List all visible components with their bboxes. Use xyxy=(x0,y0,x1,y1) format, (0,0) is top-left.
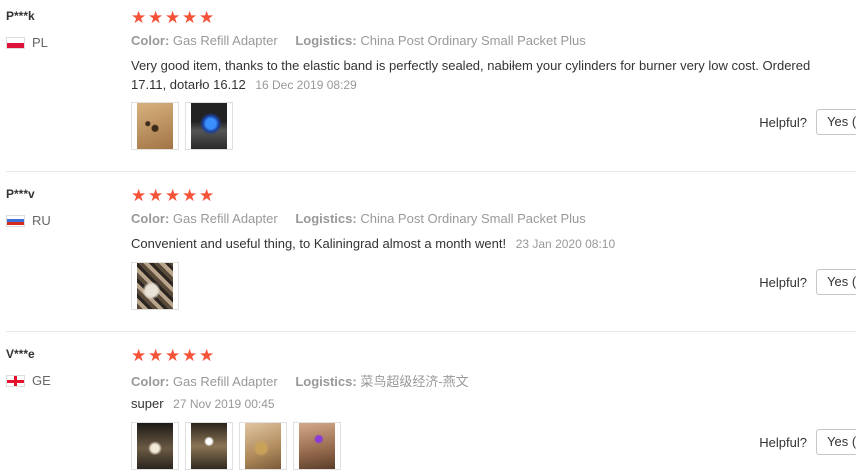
star-icon: ★ xyxy=(165,346,181,365)
reviewer-name: V***e xyxy=(6,347,35,361)
photo-image xyxy=(191,423,227,469)
helpful-vote: Helpful? Yes (0 xyxy=(759,429,856,455)
helpful-vote: Helpful? Yes (0 xyxy=(759,109,856,135)
photo-image xyxy=(137,103,173,149)
review-date: 27 Nov 2019 00:45 xyxy=(173,397,275,411)
review-photos xyxy=(131,422,341,470)
helpful-yes-button[interactable]: Yes (0 xyxy=(816,429,856,455)
logistics-value: China Post Ordinary Small Packet Plus xyxy=(360,211,586,226)
logistics-label: Logistics: xyxy=(295,211,357,226)
poland-flag-icon xyxy=(6,36,25,49)
color-label: Color: xyxy=(131,33,170,48)
review-attributes: Color: Gas Refill Adapter Logistics: Chi… xyxy=(131,33,600,48)
star-icon: ★ xyxy=(182,346,198,365)
star-icon: ★ xyxy=(182,186,198,205)
review-item: V***e GE ★ ★ ★ ★ ★ Color: Gas Refill Ada… xyxy=(0,332,856,475)
review-date: 23 Jan 2020 08:10 xyxy=(515,237,616,251)
review-date: 16 Dec 2019 08:29 xyxy=(255,78,357,92)
reviewer-country: PL xyxy=(6,35,48,50)
country-code: GE xyxy=(32,373,51,388)
review-text-block: Very good item, thanks to the elastic ba… xyxy=(131,56,848,95)
star-icon: ★ xyxy=(199,186,215,205)
review-text-block: super 27 Nov 2019 00:45 xyxy=(131,394,848,414)
review-item: P***v RU ★ ★ ★ ★ ★ Color: Gas Refill Ada… xyxy=(0,172,856,332)
star-icon: ★ xyxy=(148,346,164,365)
review-photo-thumbnail[interactable] xyxy=(293,422,341,470)
logistics-value: China Post Ordinary Small Packet Plus xyxy=(360,33,586,48)
review-photos xyxy=(131,262,179,310)
helpful-label: Helpful? xyxy=(759,434,807,450)
star-icon: ★ xyxy=(199,346,215,365)
helpful-yes-button[interactable]: Yes (0 xyxy=(816,109,856,135)
star-icon: ★ xyxy=(148,186,164,205)
review-photo-thumbnail[interactable] xyxy=(131,422,179,470)
color-label: Color: xyxy=(131,211,170,226)
reviewer-country: RU xyxy=(6,213,51,228)
color-value: Gas Refill Adapter xyxy=(172,374,278,389)
star-icon: ★ xyxy=(131,186,147,205)
reviewer-name: P***v xyxy=(6,187,35,201)
photo-image xyxy=(137,263,173,309)
star-icon: ★ xyxy=(165,186,181,205)
review-text: super xyxy=(131,396,164,411)
helpful-yes-button[interactable]: Yes (0 xyxy=(816,269,856,295)
country-code: RU xyxy=(32,213,51,228)
photo-image xyxy=(245,423,281,469)
country-code: PL xyxy=(32,35,48,50)
star-icon: ★ xyxy=(165,8,181,27)
photo-image xyxy=(191,103,227,149)
review-attributes: Color: Gas Refill Adapter Logistics: 菜鸟超… xyxy=(131,371,483,390)
star-icon: ★ xyxy=(148,8,164,27)
rating-stars: ★ ★ ★ ★ ★ xyxy=(131,8,215,27)
photo-image xyxy=(299,423,335,469)
rating-stars: ★ ★ ★ ★ ★ xyxy=(131,346,215,365)
color-value: Gas Refill Adapter xyxy=(172,33,278,48)
helpful-label: Helpful? xyxy=(759,274,807,290)
helpful-vote: Helpful? Yes (0 xyxy=(759,269,856,295)
rating-stars: ★ ★ ★ ★ ★ xyxy=(131,186,215,205)
review-photo-thumbnail[interactable] xyxy=(185,422,233,470)
photo-image xyxy=(137,423,173,469)
review-text: Convenient and useful thing, to Kalining… xyxy=(131,236,507,251)
logistics-label: Logistics: xyxy=(295,33,357,48)
star-icon: ★ xyxy=(199,8,215,27)
review-photo-thumbnail[interactable] xyxy=(131,262,179,310)
color-value: Gas Refill Adapter xyxy=(172,211,278,226)
reviewer-name: P***k xyxy=(6,9,35,23)
logistics-label: Logistics: xyxy=(295,374,357,389)
reviewer-country: GE xyxy=(6,373,51,388)
review-photo-thumbnail[interactable] xyxy=(185,102,233,150)
review-photo-thumbnail[interactable] xyxy=(239,422,287,470)
russia-flag-icon xyxy=(6,214,25,227)
review-photos xyxy=(131,102,233,150)
georgia-flag-icon xyxy=(6,374,25,387)
helpful-label: Helpful? xyxy=(759,114,807,130)
color-label: Color: xyxy=(131,374,170,389)
review-attributes: Color: Gas Refill Adapter Logistics: Chi… xyxy=(131,211,600,226)
review-item: P***k PL ★ ★ ★ ★ ★ Color: Gas Refill Ada… xyxy=(0,0,856,172)
star-icon: ★ xyxy=(182,8,198,27)
logistics-value: 菜鸟超级经济-燕文 xyxy=(360,374,469,389)
review-photo-thumbnail[interactable] xyxy=(131,102,179,150)
review-text: Very good item, thanks to the elastic ba… xyxy=(131,58,811,92)
review-text-block: Convenient and useful thing, to Kalining… xyxy=(131,234,848,254)
star-icon: ★ xyxy=(131,8,147,27)
star-icon: ★ xyxy=(131,346,147,365)
